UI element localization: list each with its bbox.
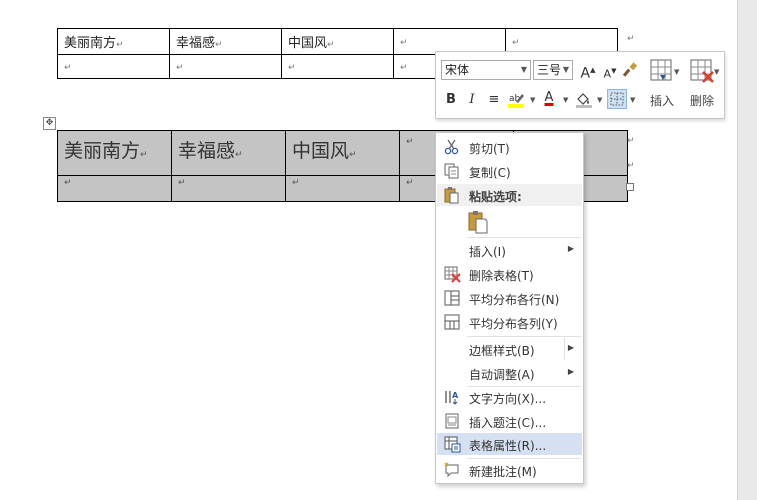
delete-button[interactable]: ▼ 删除 [682, 54, 722, 116]
table-move-handle[interactable]: ✥ [43, 117, 56, 130]
font-name-combo[interactable]: 宋体 ▼ [441, 60, 531, 80]
submenu-arrow-icon: ▶ [567, 367, 574, 376]
bold-button[interactable]: B [441, 90, 461, 110]
table-cell[interactable]: 美丽南方↵ [57, 130, 172, 176]
menu-item-distribute-columns[interactable]: 平均分布各列(Y) [437, 311, 582, 333]
chevron-down-icon: ▼ [714, 68, 720, 76]
menu-item-text-direction[interactable]: A 文字方向(X)... [437, 386, 582, 408]
table-resize-handle[interactable] [626, 183, 634, 191]
delete-table-icon [444, 266, 461, 283]
delete-table-icon [690, 59, 714, 83]
table-cell[interactable]: 中国风↵ [285, 130, 400, 176]
borders-button[interactable] [607, 89, 627, 109]
menu-item-insert[interactable]: 插入(I) ▶ [437, 239, 582, 261]
chevron-down-icon[interactable]: ▼ [530, 96, 535, 104]
menu-separator [467, 237, 581, 238]
table-cell[interactable]: ↵ [57, 54, 170, 79]
grow-font-button[interactable]: A▲ [578, 60, 598, 82]
highlight-button[interactable]: ab [506, 90, 526, 110]
chevron-down-icon: ▼ [562, 65, 569, 74]
table-cell[interactable]: 美丽南方↵ [57, 28, 170, 55]
menu-item-autofit[interactable]: 自动调整(A) ▶ [437, 362, 582, 384]
italic-button[interactable]: I [462, 90, 482, 110]
insert-caption-icon [445, 413, 459, 429]
table-cell[interactable]: ↵ [285, 175, 400, 202]
center-align-button[interactable]: ≡ [484, 90, 504, 110]
table-cell[interactable]: ↵ [57, 175, 172, 202]
scissors-icon [444, 139, 459, 155]
shading-button[interactable] [574, 90, 594, 110]
text-direction-icon: A [445, 391, 459, 405]
submenu-arrow-icon: ▶ [567, 244, 574, 253]
menu-item-delete-table[interactable]: 删除表格(T) [437, 263, 582, 285]
font-color-button[interactable]: A [539, 90, 559, 110]
row-end-mark: ↵ [627, 34, 635, 44]
insert-rows-columns-button[interactable]: ▼ 插入 [642, 54, 682, 116]
paint-bucket-icon [576, 93, 592, 108]
clipboard-icon [468, 211, 488, 234]
border-grid-icon [610, 92, 624, 106]
menu-item-insert-caption[interactable]: 插入题注(C)... [437, 410, 582, 432]
format-painter-button[interactable] [620, 60, 640, 80]
table-cell[interactable]: 中国风↵ [281, 28, 394, 55]
context-menu: 剪切(T) 复制(C) 粘贴选项: 插入(I) ▶ 删除表格(T) 平均分布各行… [435, 132, 584, 484]
shrink-font-button[interactable]: A▼ [600, 61, 620, 81]
table-cell[interactable]: 幸福感↵ [171, 130, 286, 176]
table-cell[interactable]: ↵ [169, 54, 282, 79]
menu-item-cut[interactable]: 剪切(T) [437, 136, 582, 158]
menu-separator [467, 336, 581, 337]
distribute-rows-icon [444, 290, 460, 306]
vertical-scrollbar-area[interactable] [737, 0, 757, 500]
submenu-arrow-icon: ▶ [567, 343, 574, 352]
chevron-down-icon[interactable]: ▼ [563, 96, 568, 104]
split-divider [564, 338, 565, 360]
table-cell[interactable]: 幸福感↵ [169, 28, 282, 55]
paragraph-mark: ↵ [60, 0, 69, 4]
chevron-down-icon: ▼ [520, 65, 527, 74]
menu-item-new-comment[interactable]: 新建批注(M) [437, 459, 582, 481]
insert-table-icon [650, 59, 672, 81]
paste-keep-formatting-button[interactable] [466, 210, 490, 234]
new-comment-icon [444, 462, 459, 478]
chevron-down-icon[interactable]: ▼ [597, 96, 602, 104]
menu-paste-options-header: 粘贴选项: [437, 184, 582, 206]
font-size-combo[interactable]: 三号 ▼ [533, 60, 573, 80]
table-properties-icon [444, 436, 461, 453]
mini-toolbar: 宋体 ▼ 三号 ▼ A▲ A▼ B I ≡ ab ▼ A ▼ ▼ ▼ ▼ 插入 … [435, 51, 725, 119]
chevron-down-icon: ▼ [674, 68, 680, 76]
row-end-mark: ↵ [627, 161, 635, 171]
highlighter-icon: ab [508, 94, 524, 108]
chevron-down-icon[interactable]: ▼ [630, 96, 635, 104]
menu-item-table-properties[interactable]: 表格属性(R)... [437, 433, 582, 455]
menu-item-border-styles[interactable]: 边框样式(B) ▶ [437, 338, 582, 360]
svg-text:A: A [452, 391, 459, 400]
table-cell[interactable]: ↵ [171, 175, 286, 202]
menu-item-copy[interactable]: 复制(C) [437, 160, 582, 182]
table-cell[interactable]: ↵ [281, 54, 394, 79]
paste-icon [444, 187, 459, 204]
copy-icon [444, 163, 459, 179]
row-end-mark: ↵ [627, 136, 635, 146]
format-painter-icon [622, 62, 638, 77]
distribute-columns-icon [444, 314, 460, 330]
menu-item-distribute-rows[interactable]: 平均分布各行(N) [437, 287, 582, 309]
